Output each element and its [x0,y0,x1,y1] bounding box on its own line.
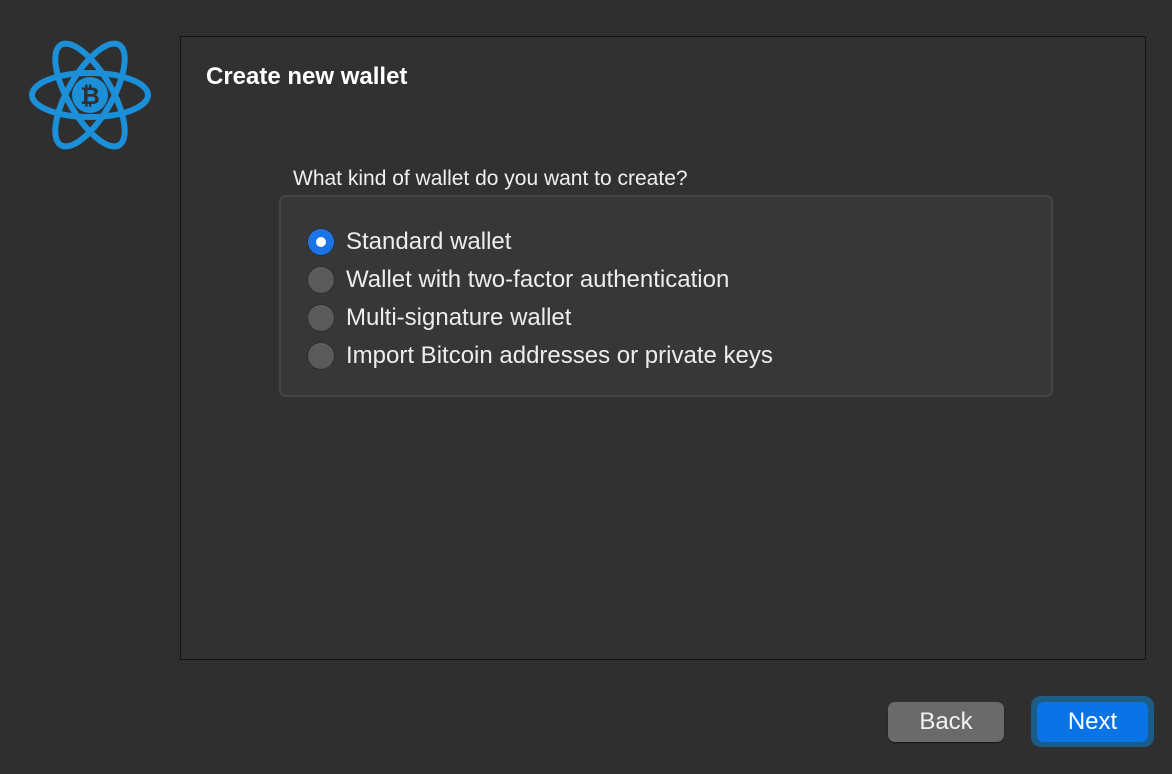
option-label: Import Bitcoin addresses or private keys [346,342,773,369]
option-multisig-wallet[interactable]: Multi-signature wallet [308,302,571,334]
radio-standard-wallet[interactable] [308,229,334,255]
option-standard-wallet[interactable]: Standard wallet [308,226,511,258]
wallet-wizard-window: ₿ Create new wallet What kind of wallet … [0,0,1172,774]
back-button[interactable]: Back [888,702,1004,742]
wizard-panel: Create new wallet What kind of wallet do… [180,36,1146,660]
wallet-type-question: What kind of wallet do you want to creat… [293,167,688,190]
bitcoin-symbol: ₿ [80,82,100,110]
option-import-keys[interactable]: Import Bitcoin addresses or private keys [308,340,773,372]
next-button[interactable]: Next [1037,702,1148,742]
option-label: Wallet with two-factor authentication [346,266,730,293]
option-two-factor-wallet[interactable]: Wallet with two-factor authentication [308,264,729,296]
option-label: Multi-signature wallet [346,304,572,331]
radio-two-factor-wallet[interactable] [308,267,334,293]
wallet-type-options: Standard wallet Wallet with two-factor a… [279,195,1053,397]
radio-multisig-wallet[interactable] [308,305,334,331]
option-label: Standard wallet [346,228,512,255]
electrum-logo-icon: ₿ [29,40,151,150]
radio-import-keys[interactable] [308,343,334,369]
page-title: Create new wallet [206,63,408,90]
